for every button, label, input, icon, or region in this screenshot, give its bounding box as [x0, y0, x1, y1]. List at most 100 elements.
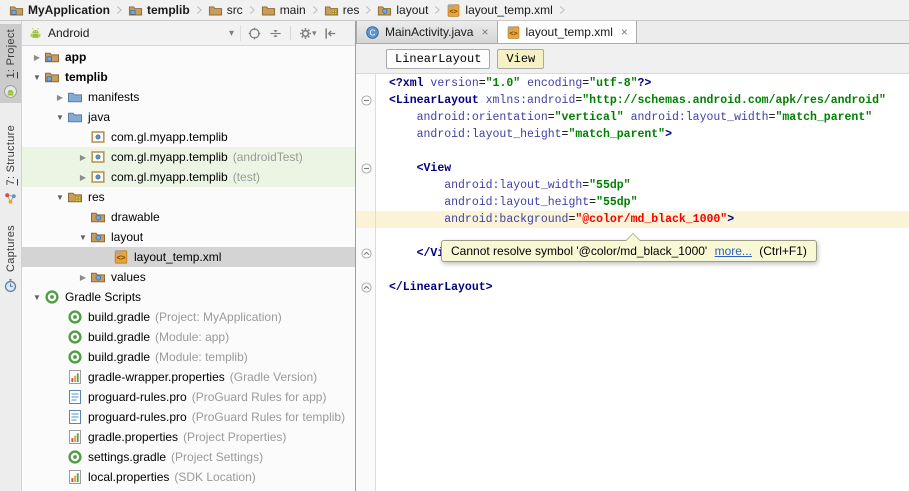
code-token: <LinearLayout [389, 94, 479, 107]
tree-item-label: res [88, 190, 105, 204]
tree-expand-arrow[interactable]: ▶ [76, 173, 90, 182]
tree-item[interactable]: ▶ com.gl.myapp.templib (test) [22, 167, 355, 187]
project-view-selector[interactable]: Android ▾ [22, 21, 240, 45]
tree-item[interactable]: ▶ values [22, 267, 355, 287]
breadcrumb-item[interactable]: src [206, 2, 245, 19]
tree-expand-arrow[interactable]: ▼ [53, 193, 67, 202]
tree-expand-arrow[interactable]: ▼ [53, 113, 67, 122]
stripe-tab---project[interactable]: 1: Project [0, 24, 21, 104]
tree-item[interactable]: ▶ com.gl.myapp.templib (androidTest) [22, 147, 355, 167]
breadcrumb-item[interactable]: main [259, 2, 308, 19]
breadcrumb-label: templib [147, 3, 190, 17]
code-token: ?> [637, 77, 652, 90]
tree-expand-arrow[interactable]: ▶ [53, 93, 67, 102]
folder-module-icon [128, 3, 143, 18]
breadcrumb-item[interactable]: layout [375, 2, 430, 19]
close-tab-icon[interactable]: × [481, 25, 488, 39]
chevron-down-icon: ▾ [312, 27, 317, 38]
tree-item[interactable]: ▼ layout [22, 227, 355, 247]
view-selector-label: Android [48, 26, 90, 40]
code-token: = [547, 111, 555, 124]
tree-item[interactable]: ▼ java [22, 107, 355, 127]
code-token: "55dp" [596, 196, 638, 209]
fold-start-icon [360, 95, 372, 106]
code-line[interactable]: android:orientation="vertical" android:l… [356, 109, 909, 126]
code-line[interactable]: android:background="@color/md_black_1000… [356, 211, 909, 228]
editor-tab[interactable]: <> layout_temp.xml × [497, 21, 637, 43]
code-line[interactable]: </LinearLayout> [356, 279, 909, 296]
tree-item[interactable]: settings.gradle (Project Settings) [22, 447, 355, 467]
editor-tab[interactable]: C MainActivity.java × [356, 21, 498, 43]
code-line[interactable]: android:layout_height="match_parent"> [356, 126, 909, 143]
tree-item[interactable]: gradle.properties (Project Properties) [22, 427, 355, 447]
stripe-tab---structure[interactable]: 7: Structure [0, 120, 21, 210]
tree-item[interactable]: ▶ app [22, 47, 355, 67]
code-line[interactable]: <View [356, 160, 909, 177]
tree-item[interactable]: local.properties (SDK Location) [22, 467, 355, 487]
tree-item[interactable]: <> layout_temp.xml [22, 247, 355, 267]
tree-expand-arrow[interactable]: ▼ [30, 73, 44, 82]
gear-icon [298, 26, 313, 41]
svg-text:<>: <> [450, 6, 458, 15]
code-line[interactable] [356, 143, 909, 160]
tree-expand-arrow[interactable]: ▼ [76, 233, 90, 242]
gradle-icon [67, 349, 83, 365]
breadcrumb-label: MyApplication [28, 3, 111, 17]
code-line[interactable]: android:layout_height="55dp" [356, 194, 909, 211]
xml-breadcrumb-linearlayout[interactable]: LinearLayout [386, 48, 491, 69]
xml-breadcrumb-view[interactable]: View [497, 48, 545, 69]
breadcrumb-item[interactable]: MyApplication [7, 2, 112, 19]
code-token: "utf-8" [589, 77, 638, 90]
xml-file-icon: <> [113, 249, 129, 265]
tree-item[interactable]: proguard-rules.pro (ProGuard Rules for ap… [22, 387, 355, 407]
breadcrumb-label: main [279, 3, 306, 17]
hide-button[interactable] [321, 24, 340, 43]
tree-item[interactable]: ▶ manifests [22, 87, 355, 107]
tree-item[interactable]: build.gradle (Module: app) [22, 327, 355, 347]
stripe-tab-captures[interactable]: Captures [0, 220, 21, 297]
code-token: = [478, 77, 486, 90]
code-line[interactable]: android:layout_width="55dp" [356, 177, 909, 194]
code-line[interactable]: <LinearLayout xmlns:android="http://sche… [356, 92, 909, 109]
code-line-text: <?xml version="1.0" encoding="utf-8"?> [376, 77, 651, 90]
tree-item[interactable]: proguard-rules.pro (ProGuard Rules for te… [22, 407, 355, 427]
tree-expand-arrow[interactable]: ▶ [76, 153, 90, 162]
chevron-right-icon [310, 4, 320, 16]
breadcrumb-item[interactable]: templib [126, 2, 192, 19]
code-line-text: android:layout_width="55dp" [376, 179, 630, 192]
tree-item[interactable]: com.gl.myapp.templib [22, 127, 355, 147]
tree-item[interactable]: drawable [22, 207, 355, 227]
settings-button[interactable]: ▾ [296, 24, 319, 43]
code-token: "match_parent" [775, 111, 873, 124]
breadcrumb-item[interactable]: <> layout_temp.xml [444, 2, 554, 19]
hide-left-icon [323, 26, 338, 41]
breadcrumb-item[interactable]: res [322, 2, 362, 19]
locate-button[interactable] [245, 24, 264, 43]
tree-item[interactable]: gradle-wrapper.properties (Gradle Version… [22, 367, 355, 387]
tree-item[interactable]: ▼ Gradle Scripts [22, 287, 355, 307]
tree-item[interactable]: build.gradle (Project: MyApplication) [22, 307, 355, 327]
package-icon [90, 169, 106, 185]
android-icon [28, 26, 43, 41]
code-editor[interactable]: <?xml version="1.0" encoding="utf-8"?> <L… [356, 74, 909, 491]
fold-marker[interactable] [356, 248, 376, 259]
fold-marker[interactable] [356, 95, 376, 106]
fold-marker[interactable] [356, 163, 376, 174]
code-line[interactable]: <?xml version="1.0" encoding="utf-8"?> [356, 75, 909, 92]
fold-marker[interactable] [356, 282, 376, 293]
structure-view-icon [3, 191, 18, 206]
tree-item-label: layout_temp.xml [134, 250, 222, 264]
close-tab-icon[interactable]: × [621, 25, 628, 39]
chevron-right-icon [194, 4, 204, 16]
tree-expand-arrow[interactable]: ▶ [30, 53, 44, 62]
code-line[interactable] [356, 262, 909, 279]
collapse-all-button[interactable] [266, 24, 285, 43]
tooltip-more-link[interactable]: more... [715, 244, 752, 258]
tree-item[interactable]: build.gradle (Module: templib) [22, 347, 355, 367]
textfile-icon [67, 409, 83, 425]
tree-item-label: com.gl.myapp.templib [111, 170, 228, 184]
tree-item[interactable]: ▼ templib [22, 67, 355, 87]
tree-expand-arrow[interactable]: ▼ [30, 293, 44, 302]
tree-expand-arrow[interactable]: ▶ [76, 273, 90, 282]
tree-item[interactable]: ▼ res [22, 187, 355, 207]
